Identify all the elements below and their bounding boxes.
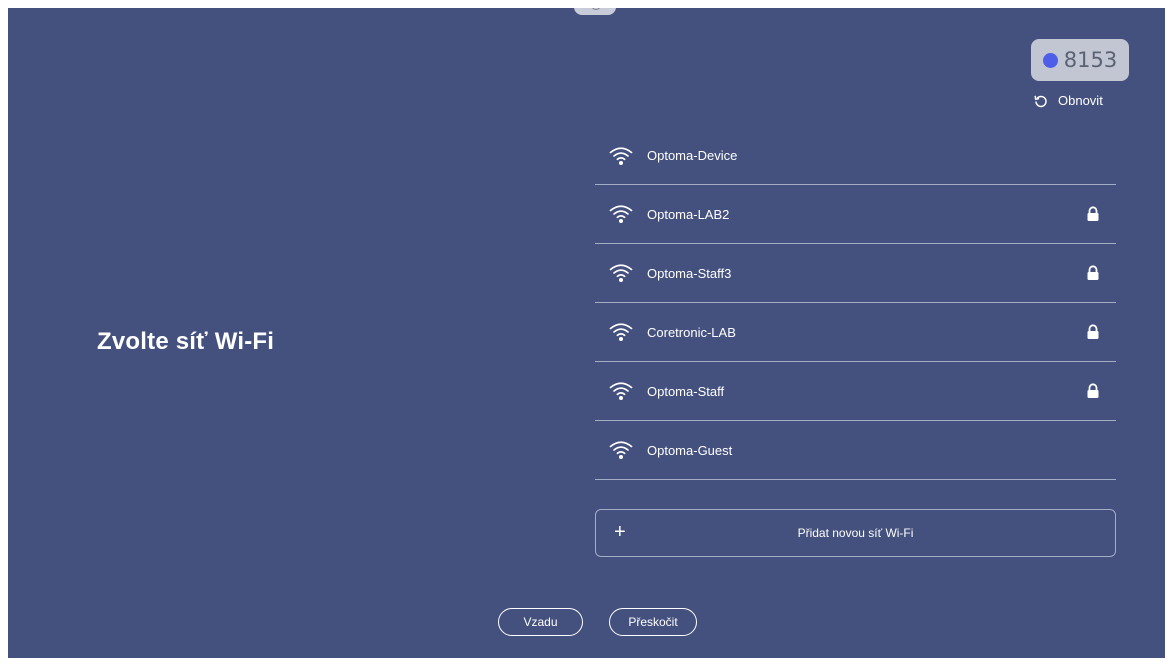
- status-dot-icon: [1042, 52, 1058, 68]
- lock-icon: [1087, 383, 1099, 398]
- refresh-button[interactable]: Obnovit: [1034, 93, 1103, 108]
- wifi-ssid: Optoma-Staff: [647, 383, 725, 399]
- pull-down-handle[interactable]: [574, 8, 616, 15]
- wifi-icon: [609, 382, 633, 400]
- skip-button[interactable]: Přeskočit: [609, 608, 697, 636]
- setup-screen: Zvolte síť Wi-Fi 8153 Obnovit Optoma-Dev…: [8, 8, 1165, 658]
- wifi-network-item[interactable]: Optoma-Device: [595, 127, 1116, 185]
- wifi-network-list: Optoma-Device Optoma-LAB2 Optoma-Staff3 Cor…: [595, 127, 1116, 480]
- add-network-label: Přidat novou síť Wi-Fi: [797, 526, 914, 540]
- back-button[interactable]: Vzadu: [498, 608, 583, 636]
- wifi-network-item[interactable]: Optoma-Staff3: [595, 244, 1116, 303]
- refresh-label: Obnovit: [1058, 93, 1103, 108]
- wifi-network-item[interactable]: Coretronic-LAB: [595, 303, 1116, 362]
- add-network-button[interactable]: + Přidat novou síť Wi-Fi: [595, 509, 1116, 557]
- lock-icon: [1087, 324, 1099, 339]
- wifi-ssid: Optoma-Staff3: [647, 265, 732, 281]
- wifi-icon: [609, 441, 633, 459]
- wifi-icon: [609, 146, 633, 165]
- wifi-ssid: Optoma-Device: [647, 148, 738, 163]
- wifi-network-item[interactable]: Optoma-LAB2: [595, 185, 1116, 244]
- wifi-ssid: Optoma-Guest: [647, 442, 733, 458]
- wifi-icon: [609, 264, 633, 282]
- page-title: Zvolte síť Wi-Fi: [97, 328, 275, 355]
- wifi-icon: [609, 205, 633, 223]
- refresh-icon: [1034, 95, 1047, 107]
- plus-icon: +: [614, 521, 626, 543]
- wifi-icon: [609, 323, 633, 341]
- chevron-down-icon: [591, 8, 601, 10]
- connection-code: 8153: [1063, 48, 1118, 72]
- wifi-ssid: Optoma-LAB2: [647, 206, 730, 222]
- lock-icon: [1087, 265, 1099, 280]
- connection-code-badge: 8153: [1031, 39, 1129, 81]
- wifi-ssid: Coretronic-LAB: [647, 324, 736, 340]
- wifi-network-item[interactable]: Optoma-Guest: [595, 421, 1116, 480]
- wifi-network-item[interactable]: Optoma-Staff: [595, 362, 1116, 421]
- lock-icon: [1087, 206, 1099, 221]
